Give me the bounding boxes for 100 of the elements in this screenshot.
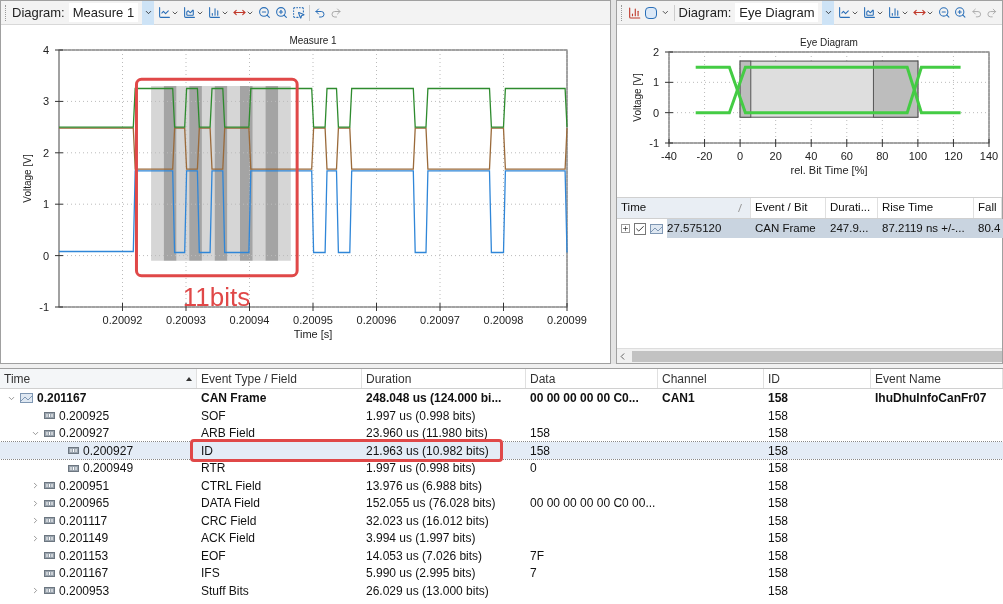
bar-chart-icon[interactable]	[888, 6, 901, 19]
dropdown-caret-icon[interactable]	[143, 8, 153, 17]
row-checkbox[interactable]	[634, 222, 646, 235]
toolbar-grip[interactable]	[5, 4, 8, 21]
column-header[interactable]: Event Name	[871, 369, 1003, 388]
table-cell-text: 00 00 00 00 00 C0 00...	[530, 495, 656, 512]
y-tick-label: -1	[649, 137, 659, 149]
zoom-in-icon[interactable]	[954, 6, 967, 19]
zoom-out-icon[interactable]	[938, 6, 951, 19]
x-tick-label: 20	[769, 150, 782, 162]
table-cell-text: 158	[768, 390, 789, 407]
expand-toggle[interactable]	[621, 224, 630, 233]
table-cell: 27.575120	[667, 219, 751, 238]
column-header[interactable]: Event Type / Field	[197, 369, 362, 388]
table-row[interactable]: 0.200927 ARB Field 23.960 us (11.980 bits) 158 158	[0, 424, 1003, 442]
column-header[interactable]: Time	[0, 369, 197, 388]
table-row[interactable]: 0.200925 SOF 1.997 us (0.998 bits) 158	[0, 406, 1003, 424]
x-tick-label: 0.20093	[166, 314, 206, 326]
field-icon	[44, 482, 55, 489]
column-header[interactable]: Time	[617, 198, 751, 218]
window-icon[interactable]	[645, 6, 657, 19]
table-cell-text: EOF	[201, 547, 226, 565]
table-cell-text: 158	[768, 530, 789, 547]
diagram-select[interactable]: Measure 1	[68, 2, 139, 23]
table-row[interactable]: 0.200927 ID 21.963 us (10.982 bits) 158 158	[0, 441, 1003, 459]
table-cell-text: 7	[530, 565, 537, 582]
bar-chart-icon[interactable]	[627, 5, 642, 20]
table-cell-text: IhuDhuInfoCanFr07	[875, 390, 987, 407]
column-header[interactable]: Duration	[362, 369, 526, 388]
field-icon	[44, 499, 55, 507]
column-header[interactable]: Data	[526, 369, 658, 388]
x-tick-label: 0.20096	[356, 314, 397, 326]
table-row[interactable]: 0.200951 CTRL Field 13.976 us (6.988 bits) 158	[0, 476, 1003, 494]
table-cell-text: 87.2119 ns +/-...	[882, 220, 966, 236]
x-tick-label: 0	[737, 150, 744, 162]
table-cell-text: 158	[768, 460, 789, 477]
table-cell-text: CAN Frame	[755, 220, 817, 236]
y-tick-label: 1	[652, 76, 659, 89]
sort-icon	[186, 376, 192, 381]
table-cell-text: 80.4	[978, 220, 1001, 236]
line-chart-icon[interactable]	[838, 6, 851, 19]
zoom-area-icon[interactable]	[292, 6, 306, 19]
bar-chart-icon[interactable]	[208, 6, 222, 19]
zoom-in-icon[interactable]	[275, 6, 289, 19]
y-axis-label: Voltage [V]	[22, 154, 33, 203]
dropdown-caret-icon[interactable]	[823, 8, 833, 17]
table-row[interactable]: 0.200965 DATA Field 152.055 us (76.028 bits) 00 00 00 00 00 C0 00... 158	[0, 494, 1003, 512]
table-row[interactable]: 0.201149 ACK Field 3.994 us (1.997 bits) 158	[0, 529, 1003, 547]
table-cell-text: 5.990 us (2.995 bits)	[366, 565, 476, 582]
column-header[interactable]: Channel	[658, 369, 764, 388]
table-row[interactable]: 0.200953 Stuff Bits 26.029 us (13.000 bits) 158	[0, 581, 1003, 599]
table-cell-text: 32.023 us (16.012 bits)	[366, 512, 489, 530]
x-tick-label: -40	[661, 150, 677, 162]
table-cell-text: 247.9...	[830, 220, 870, 236]
y-tick-label: 1	[42, 198, 49, 211]
x-tick-label: 0.20092	[102, 314, 143, 326]
table-cell-text: 00 00 00 00 00 C0...	[530, 390, 639, 407]
field-icon	[44, 412, 55, 419]
table-cell-text: IFS	[201, 565, 220, 582]
table-row[interactable]: 0.201117 CRC Field 32.023 us (16.012 bits) 158	[0, 511, 1003, 529]
table-cell-text: 158	[768, 407, 789, 425]
zoom-out-icon[interactable]	[258, 6, 272, 19]
table-cell-text: Stuff Bits	[201, 582, 249, 600]
table-row[interactable]: 0.201167 CAN Frame 248.048 us (124.000 bi... 00 00 00 00 00 C0... CAN1 158 IhuDhuInfoCanFr07	[0, 389, 1003, 407]
area-chart-icon[interactable]	[183, 6, 197, 19]
table-cell-text: CAN Frame	[201, 390, 267, 407]
caret-icon[interactable]	[660, 8, 670, 17]
x-tick-label: -20	[696, 150, 713, 162]
undo-icon[interactable]	[314, 6, 327, 19]
table-cell-text: 0.200951	[59, 477, 110, 495]
table-cell-text: 0.200949	[83, 460, 134, 477]
y-tick-label: 4	[42, 44, 49, 56]
table-cell-text: 152.055 us (76.028 bits)	[366, 495, 496, 512]
y-tick-label: 0	[652, 106, 659, 119]
table-cell-text: 0	[530, 460, 537, 477]
table-row[interactable]: 0.201167 IFS 5.990 us (2.995 bits) 7 158	[0, 564, 1003, 582]
line-chart-icon[interactable]	[158, 6, 172, 19]
table-cell-text: 0.200965	[59, 495, 110, 512]
area-chart-icon[interactable]	[863, 6, 876, 19]
table-cell-text: SOF	[201, 407, 226, 425]
field-icon	[44, 569, 55, 577]
table-cell-text: 26.029 us (13.000 bits)	[366, 582, 489, 600]
table-cell-text: 158	[768, 425, 789, 442]
table-cell-text: 158	[768, 565, 789, 582]
y-tick-label: -1	[39, 301, 49, 313]
x-tick-label: 60	[840, 150, 853, 162]
x-tick-label: 120	[944, 150, 963, 162]
column-header[interactable]: ID	[764, 369, 871, 388]
frame-icon	[650, 223, 663, 234]
frame-icon	[20, 393, 33, 403]
table-row[interactable]: 0.200949 RTR 1.997 us (0.998 bits) 0 158	[0, 459, 1003, 477]
diagram-select[interactable]: Eye Diagram	[735, 2, 819, 23]
x-tick-label: 0.20098	[483, 314, 524, 326]
table-row[interactable]: 0.201153 EOF 14.053 us (7.026 bits) 7F 158	[0, 546, 1003, 564]
x-tick-label: 80	[876, 150, 889, 162]
table-cell-text: 23.960 us (11.980 bits)	[366, 425, 488, 442]
table-cell-text: 1.997 us (0.998 bits)	[366, 407, 476, 425]
chart-title: Eye Diagram	[800, 37, 858, 48]
horizontal-scrollbar[interactable]	[617, 348, 1002, 363]
toolbar-grip[interactable]	[621, 4, 624, 21]
